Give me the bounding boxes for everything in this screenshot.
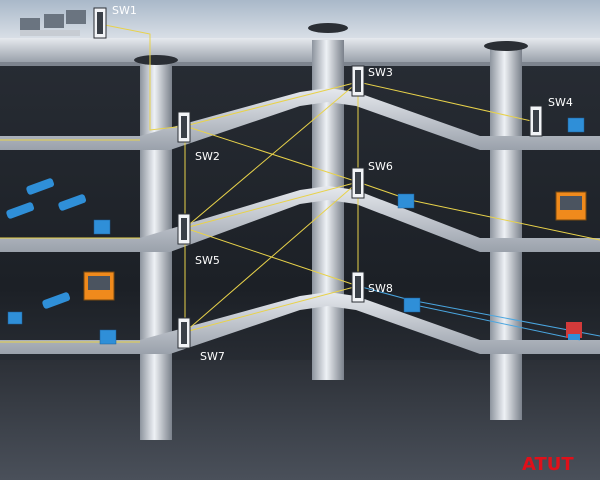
switch-label: SW3 — [368, 66, 393, 79]
switch-label: SW7 — [200, 350, 225, 363]
switch-label: SW2 — [195, 150, 220, 163]
sensor-cluster-icon — [566, 322, 582, 340]
switch-label: SW4 — [548, 96, 573, 109]
svg-text:ATUT: ATUT — [522, 454, 574, 475]
diagram-canvas: SW1 SW2 SW3 SW4 SW5 SW6 SW7 SW8 ATUT — [0, 0, 600, 480]
switch-label: SW5 — [195, 254, 220, 267]
switch-label: SW8 — [368, 282, 393, 295]
shaft-pillar-right — [490, 46, 522, 420]
mine-network-diagram: SW1 SW2 SW3 SW4 SW5 SW6 SW7 SW8 ATUT — [0, 0, 600, 480]
switch-label: SW6 — [368, 160, 393, 173]
surface-sky — [0, 0, 600, 38]
atut-logo: ATUT — [522, 454, 574, 475]
switch-label: SW1 — [112, 4, 137, 17]
